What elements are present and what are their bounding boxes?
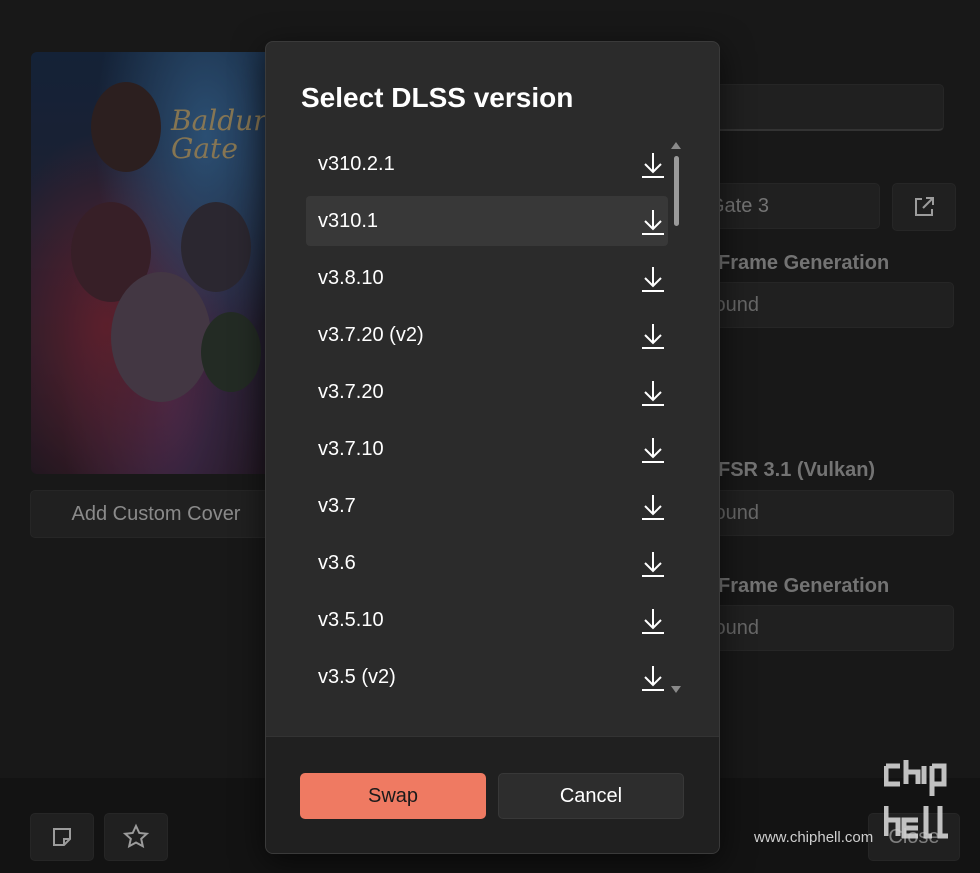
version-item[interactable]: v3.7.20 (306, 367, 668, 417)
version-label: v3.7.20 (v2) (318, 323, 424, 346)
version-item[interactable]: v3.6 (306, 538, 668, 588)
select-dlss-dialog: Select DLSS version v310.2.1 v310.1 v3.8.1… (265, 41, 720, 854)
version-label: v310.2.1 (318, 152, 395, 175)
download-icon[interactable] (640, 493, 666, 521)
version-item[interactable]: v3.8.10 (306, 253, 668, 303)
version-label: v3.7.10 (318, 437, 384, 460)
download-icon[interactable] (640, 208, 666, 236)
watermark-url: www.chiphell.com (754, 829, 874, 846)
download-icon[interactable] (640, 151, 666, 179)
version-label: v3.7 (318, 494, 356, 517)
version-item[interactable]: v3.7.10 (306, 424, 668, 474)
version-label: v3.8.10 (318, 266, 384, 289)
version-list[interactable]: v310.2.1 v310.1 v3.8.10 v3.7.20 (v2) v3.7.20… (306, 134, 681, 734)
dialog-footer: Swap Cancel (266, 736, 719, 853)
scroll-down-arrow[interactable] (671, 686, 681, 693)
download-icon[interactable] (640, 436, 666, 464)
download-icon[interactable] (640, 379, 666, 407)
version-label: v310.1 (318, 209, 379, 232)
version-item[interactable]: v310.2.1 (306, 139, 668, 189)
version-label: v3.6 (318, 551, 356, 574)
version-item[interactable]: v3.7 (306, 481, 668, 531)
version-item[interactable]: v3.5 (v2) (306, 652, 668, 702)
download-icon[interactable] (640, 664, 666, 692)
version-item[interactable]: v3.5.10 (306, 595, 668, 645)
download-icon[interactable] (640, 322, 666, 350)
scroll-thumb[interactable] (674, 156, 679, 226)
watermark-logo (883, 758, 968, 858)
version-label: v3.5 (v2) (318, 665, 396, 688)
swap-button[interactable]: Swap (300, 773, 486, 819)
scroll-up-arrow[interactable] (671, 142, 681, 149)
version-label: v3.5.10 (318, 608, 384, 631)
version-item[interactable]: v310.1 (306, 196, 668, 246)
download-icon[interactable] (640, 607, 666, 635)
download-icon[interactable] (640, 550, 666, 578)
version-item[interactable]: v3.7.20 (v2) (306, 310, 668, 360)
download-icon[interactable] (640, 265, 666, 293)
version-label: v3.7.20 (318, 380, 384, 403)
dialog-title: Select DLSS version (301, 82, 574, 113)
list-scrollbar[interactable] (669, 140, 683, 700)
cancel-button[interactable]: Cancel (498, 773, 684, 819)
